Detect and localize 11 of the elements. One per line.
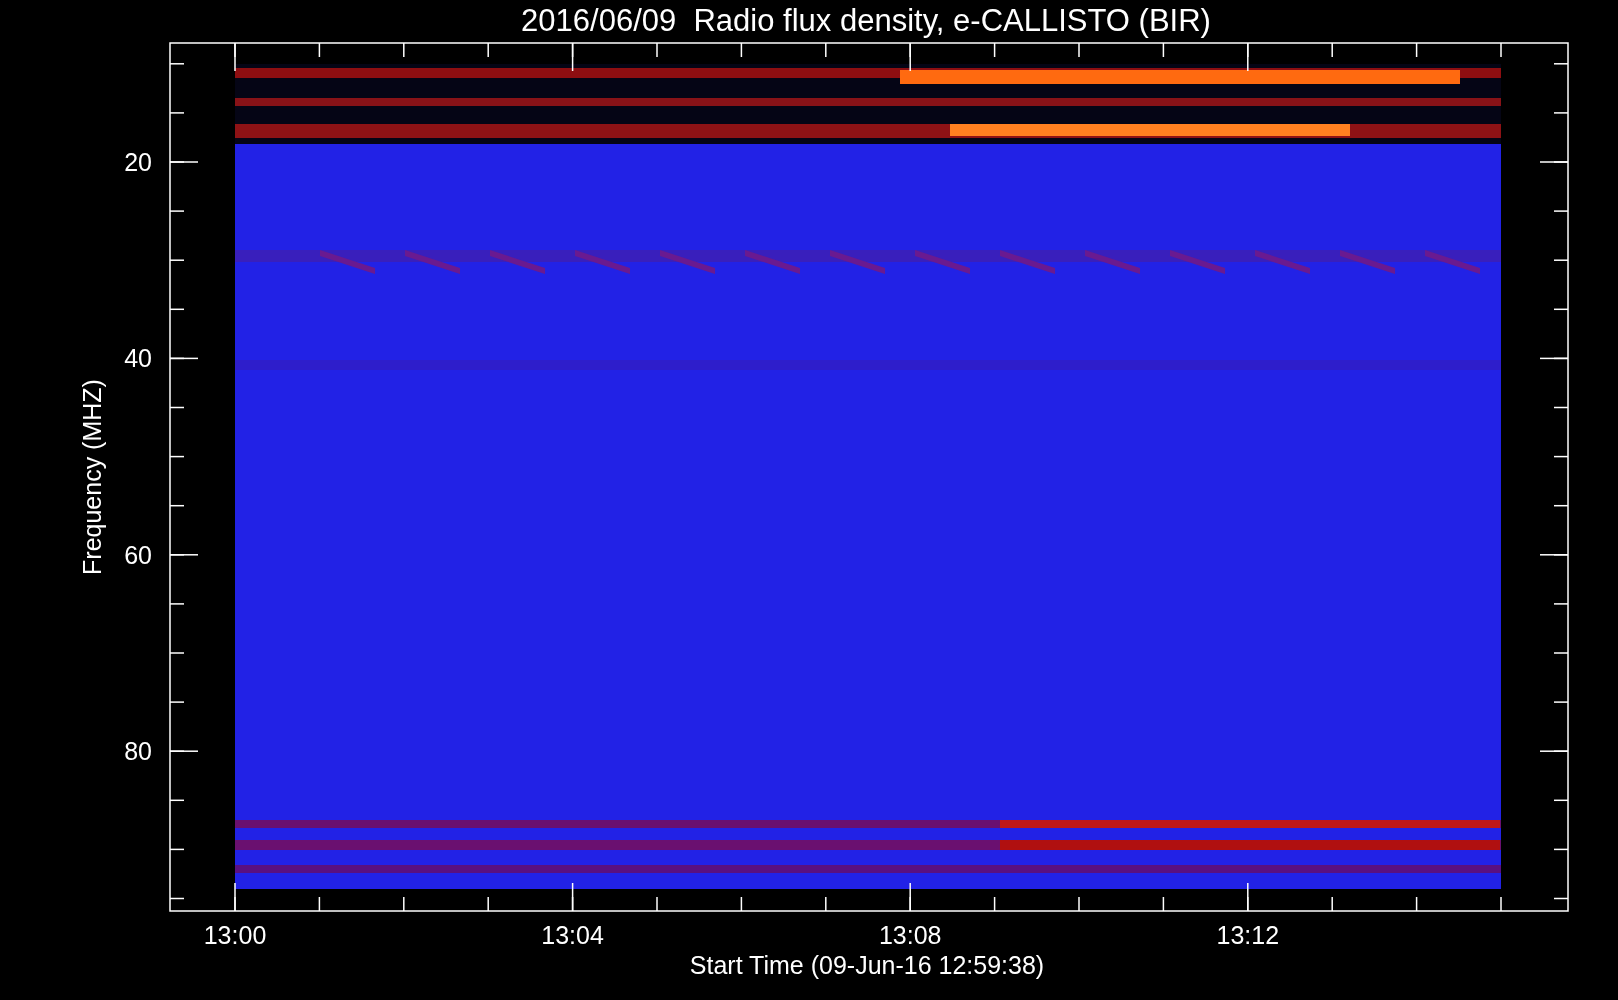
axis-title: Frequency (MHZ)	[78, 379, 106, 575]
axis-tick-label: 60	[124, 540, 152, 569]
axis-tick-label: 20	[124, 148, 152, 176]
axis-tick-label: 13:12	[1216, 921, 1280, 949]
axis-tick-label: 80	[124, 737, 152, 766]
chart-title: 2016/06/09 Radio flux density, e-CALLISTO (BIR)	[521, 3, 1211, 38]
axis-tick-label: 13:04	[541, 921, 604, 949]
axis-tick-label: 40	[124, 344, 152, 373]
axis-tick-label: 13:08	[878, 921, 942, 949]
axis-title: Start Time (09-Jun-16 12:59:38)	[689, 951, 1045, 979]
axis-tick-label: 13:00	[203, 921, 267, 949]
